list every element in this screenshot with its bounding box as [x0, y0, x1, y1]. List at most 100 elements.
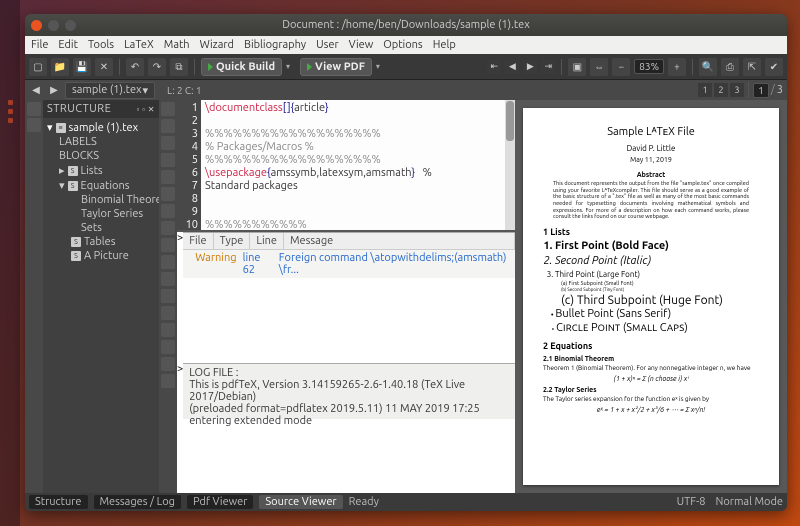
menubar: File Edit Tools LaTeX Math Wizard Biblio… — [25, 36, 787, 54]
menu-help[interactable]: Help — [433, 39, 456, 51]
messages-header: File Type Line Message — [183, 233, 515, 250]
status-tab-pdf[interactable]: Pdf Viewer — [187, 495, 253, 509]
panel-controls-icon[interactable]: ▫ ▫ ✕ — [136, 105, 155, 114]
page-total: 3 — [777, 84, 783, 96]
code-editor[interactable]: \documentclass[]{article} %%%%%%%%%%%%%%… — [201, 100, 515, 230]
symbol-btn[interactable] — [161, 221, 175, 235]
pdf-title: Sample LᴬTᴇX File — [543, 126, 759, 140]
structure-title: STRUCTURE — [47, 103, 111, 115]
structure-tree[interactable]: ▾≡sample (1).tex LABELS BLOCKS ▸SLists ▾… — [43, 118, 159, 265]
new-file-icon[interactable]: ▢ — [29, 58, 47, 76]
page-2[interactable]: 2 — [714, 83, 728, 97]
tex-file-icon: ≡ — [56, 123, 66, 133]
viewpdf-button[interactable]: View PDF — [300, 58, 372, 76]
symbol-btn[interactable] — [161, 204, 175, 218]
external-icon[interactable]: ⇱ — [743, 58, 761, 76]
symbol-btn[interactable] — [161, 340, 175, 354]
symbol-btn[interactable] — [161, 238, 175, 252]
save-icon[interactable]: 💾 — [73, 58, 91, 76]
pdf-list: First Point (Bold Face) Second Point (It… — [543, 240, 759, 280]
zoom-out-icon[interactable]: − — [612, 58, 630, 76]
section-icon: S — [71, 237, 81, 247]
quickbuild-button[interactable]: Quick Build — [201, 58, 282, 76]
symbol-btn[interactable] — [161, 374, 175, 388]
run-icon — [307, 63, 312, 71]
symbol-btn[interactable] — [161, 119, 175, 133]
zoom-fit-icon[interactable]: ▣ — [568, 58, 586, 76]
symbol-btn[interactable] — [161, 187, 175, 201]
status-encoding: UTF-8 — [677, 496, 706, 508]
redo-icon[interactable]: ↷ — [148, 58, 166, 76]
maximize-icon[interactable] — [65, 20, 76, 31]
zoom-in-icon[interactable]: + — [668, 58, 686, 76]
nav-back-icon[interactable]: ◀ — [29, 83, 43, 97]
minimize-icon[interactable] — [48, 20, 59, 31]
menu-edit[interactable]: Edit — [58, 39, 78, 51]
menu-latex[interactable]: LaTeX — [124, 39, 154, 51]
menu-wizard[interactable]: Wizard — [200, 39, 234, 51]
viewpdf-dropdown-icon[interactable]: ▾ — [376, 62, 386, 71]
tab-toolbar: ◀ ▶ sample (1).tex▾ L: 2 C: 1 1 2 3 1 / … — [25, 80, 787, 100]
pdf-first-page-icon[interactable]: ⇤ — [487, 60, 501, 74]
editor-scrollbar[interactable] — [505, 100, 515, 230]
section-icon: S — [68, 166, 78, 176]
symbol-btn[interactable] — [161, 136, 175, 150]
gutter-btn[interactable] — [27, 102, 41, 116]
quickbuild-dropdown-icon[interactable]: ▾ — [286, 62, 296, 71]
log-title: LOG FILE : — [189, 367, 509, 379]
pdf-prev-page-icon[interactable]: ◀ — [505, 60, 519, 74]
symbol-btn[interactable] — [161, 153, 175, 167]
menu-view[interactable]: View — [349, 39, 374, 51]
pdf-date: May 11, 2019 — [543, 156, 759, 165]
run-icon — [208, 63, 213, 71]
symbol-btn[interactable] — [161, 102, 175, 116]
abstract-heading: Abstract — [543, 171, 759, 180]
menu-user[interactable]: User — [316, 39, 339, 51]
open-file-icon[interactable]: 📁 — [51, 58, 69, 76]
print-icon[interactable]: ⎙ — [721, 58, 739, 76]
symbol-btn[interactable] — [161, 255, 175, 269]
page-1[interactable]: 1 — [698, 83, 712, 97]
menu-math[interactable]: Math — [164, 39, 190, 51]
menu-tools[interactable]: Tools — [88, 39, 114, 51]
symbol-btn[interactable] — [161, 323, 175, 337]
pdf-page[interactable]: Sample LᴬTᴇX File David P. Little May 11… — [523, 108, 779, 485]
page-3[interactable]: 3 — [730, 83, 744, 97]
gutter-btn[interactable] — [27, 118, 41, 132]
pdf-last-page-icon[interactable]: ⇥ — [541, 60, 555, 74]
status-ready: Ready — [349, 496, 379, 508]
symbol-btn[interactable] — [161, 289, 175, 303]
file-tab-dropdown[interactable]: sample (1).tex▾ — [65, 82, 155, 99]
symbol-btn[interactable] — [161, 357, 175, 371]
close-icon[interactable] — [31, 20, 42, 31]
line-numbers: 1234567891011121314151617181920212223242… — [177, 100, 201, 230]
symbol-btn[interactable] — [161, 272, 175, 286]
window-title: Document : /home/ben/Downloads/sample (1… — [282, 19, 530, 31]
pdf-viewer-pane: Sample LᴬTᴇX File David P. Little May 11… — [515, 100, 787, 493]
copy-icon[interactable]: ⧉ — [170, 58, 188, 76]
statusbar: Structure Messages / Log Pdf Viewer Sour… — [25, 493, 787, 511]
nav-fwd-icon[interactable]: ▶ — [47, 83, 61, 97]
main-toolbar: ▢ 📁 💾 ✕ ↶ ↷ ⧉ Quick Build ▾ View PDF ▾ ⇤… — [25, 54, 787, 80]
zoom-level[interactable]: 83% — [634, 59, 664, 74]
section-lists: 1 Lists — [543, 227, 759, 238]
left-gutter — [25, 100, 43, 493]
pdf-next-page-icon[interactable]: ▶ — [523, 60, 537, 74]
status-tab-source[interactable]: Source Viewer — [259, 495, 342, 509]
menu-options[interactable]: Options — [383, 39, 422, 51]
check-icon[interactable]: ✔ — [765, 58, 783, 76]
undo-icon[interactable]: ↶ — [126, 58, 144, 76]
unity-launcher — [0, 0, 20, 526]
zoom-width-icon[interactable]: ⇔ — [590, 58, 608, 76]
message-row[interactable]: Warning line 62 Foreign command \atopwit… — [183, 250, 515, 278]
find-icon[interactable]: 🔍 — [699, 58, 717, 76]
status-tab-messages[interactable]: Messages / Log — [94, 495, 181, 509]
menu-file[interactable]: File — [31, 39, 48, 51]
page-current[interactable]: 1 — [753, 83, 769, 98]
close-file-icon[interactable]: ✕ — [95, 58, 113, 76]
status-tab-structure[interactable]: Structure — [29, 495, 88, 509]
menu-bibliography[interactable]: Bibliography — [244, 39, 306, 51]
symbol-btn[interactable] — [161, 170, 175, 184]
symbol-btn[interactable] — [161, 306, 175, 320]
editor-pane: 1234567891011121314151617181920212223242… — [177, 100, 515, 493]
